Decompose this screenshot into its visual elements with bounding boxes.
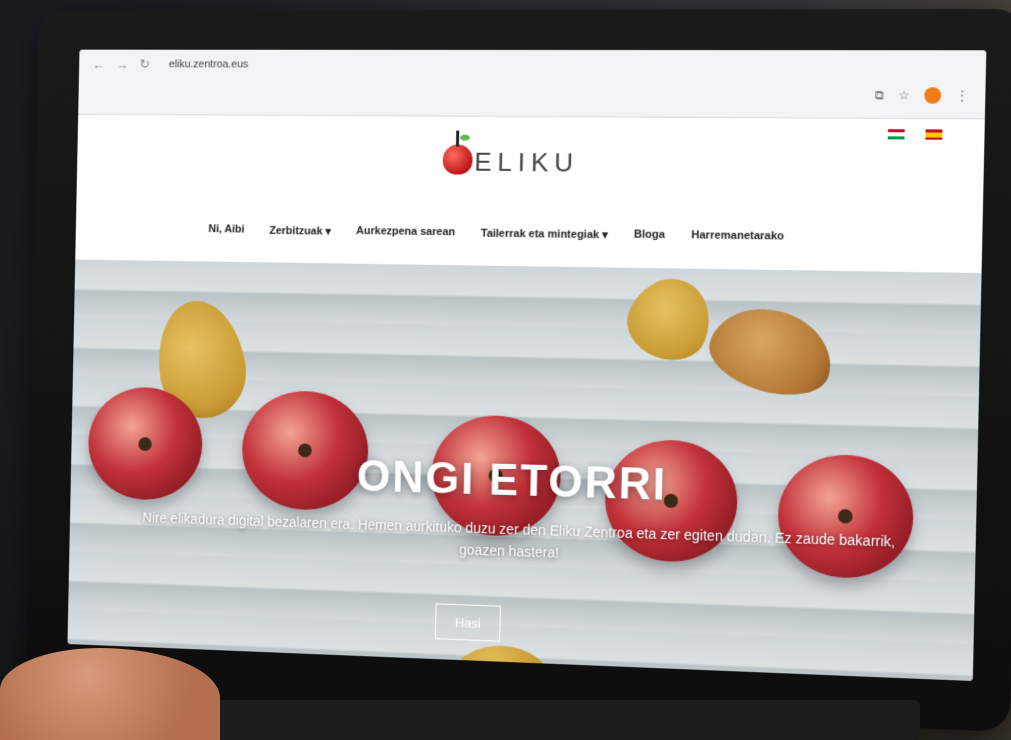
- nav-item-ni-aibi[interactable]: Ni, Aibi: [208, 223, 244, 236]
- arrow-left-icon[interactable]: ←: [92, 57, 105, 72]
- hasi-button[interactable]: Hasi: [434, 603, 501, 642]
- nav-item-zerbitzuak[interactable]: Zerbitzuak ▾: [269, 224, 331, 238]
- star-icon[interactable]: ☆: [898, 88, 910, 102]
- site-logo[interactable]: ELIKU: [442, 144, 580, 178]
- chevron-down-icon: ▾: [602, 229, 608, 242]
- arrow-right-icon[interactable]: →: [116, 57, 129, 72]
- keyboard: [120, 700, 920, 740]
- browser-extensions: ⧉ ☆ ⋮: [875, 87, 969, 104]
- laptop-screen: ← → ↻ eliku.zentroa.eus ⧉ ☆ ⋮ ELIKU Ni, …: [67, 49, 987, 682]
- browser-toolbar: ← → ↻ eliku.zentroa.eus: [79, 50, 986, 82]
- menu-icon[interactable]: ⋮: [956, 88, 969, 102]
- leaf-image: [451, 643, 552, 682]
- main-nav: Ni, Aibi Zerbitzuak ▾ Aurkezpena sarean …: [208, 223, 784, 243]
- language-switcher: [887, 129, 943, 140]
- translate-icon[interactable]: ⧉: [875, 88, 884, 103]
- reload-icon[interactable]: ↻: [139, 57, 150, 73]
- avatar[interactable]: [924, 87, 942, 104]
- address-bar[interactable]: eliku.zentroa.eus: [169, 58, 249, 70]
- flag-eu-icon[interactable]: [887, 129, 905, 140]
- nav-item-label: Zerbitzuak: [269, 225, 323, 238]
- browser-chrome: ← → ↻ eliku.zentroa.eus ⧉ ☆ ⋮: [78, 49, 987, 120]
- nav-item-harremanetarako[interactable]: Harremanetarako: [691, 229, 784, 243]
- nav-item-label: Tailerrak eta mintegiak: [480, 227, 600, 242]
- logo-text: ELIKU: [474, 146, 580, 178]
- hero-banner: ONGI ETORRI Nire elikadura digital bezal…: [67, 259, 982, 682]
- chevron-down-icon: ▾: [325, 225, 331, 238]
- site-header: ELIKU Ni, Aibi Zerbitzuak ▾ Aurkezpena s…: [75, 114, 985, 275]
- nav-item-bloga[interactable]: Bloga: [634, 229, 665, 243]
- leaf-image: [617, 266, 723, 372]
- apple-logo-icon: [442, 144, 473, 175]
- laptop: ← → ↻ eliku.zentroa.eus ⧉ ☆ ⋮ ELIKU Ni, …: [25, 8, 1011, 733]
- nav-item-aurkezpena[interactable]: Aurkezpena sarean: [356, 225, 455, 239]
- leaf-image: [700, 295, 843, 408]
- nav-item-tailerrak[interactable]: Tailerrak eta mintegiak ▾: [481, 227, 608, 242]
- flag-es-icon[interactable]: [925, 129, 943, 140]
